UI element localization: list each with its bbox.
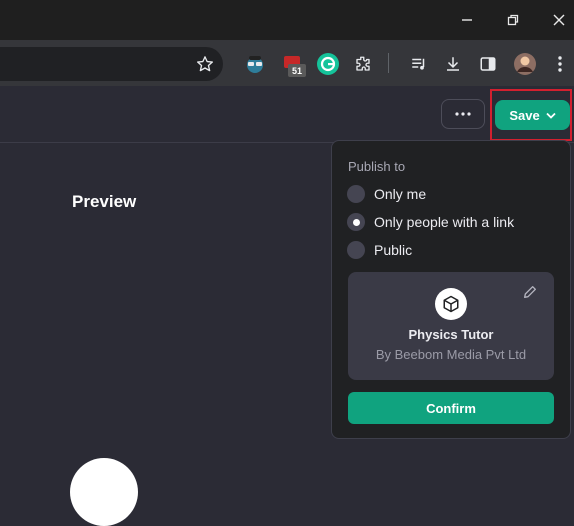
ellipsis-icon	[455, 112, 471, 116]
profile-avatar[interactable]	[511, 50, 539, 78]
restore-icon[interactable]	[490, 0, 536, 40]
more-options-button[interactable]	[441, 99, 485, 129]
close-icon[interactable]	[536, 0, 574, 40]
star-icon[interactable]	[191, 50, 219, 78]
download-icon[interactable]	[439, 50, 467, 78]
gpt-avatar	[70, 458, 138, 526]
publish-menu-heading: Publish to	[348, 159, 406, 174]
sidepanel-icon[interactable]	[474, 50, 502, 78]
app-header	[0, 86, 574, 143]
publish-option-link[interactable]: Only people with a link	[347, 211, 514, 233]
radio-icon[interactable]	[347, 241, 365, 259]
address-bar[interactable]	[0, 47, 223, 81]
kebab-menu-icon[interactable]	[546, 50, 574, 78]
option-label: Only people with a link	[374, 214, 515, 230]
grammarly-icon[interactable]	[314, 50, 342, 78]
extension-badge: 51	[288, 64, 306, 77]
gpt-author: By Beebom Media Pvt Ltd	[375, 347, 527, 362]
minimize-icon[interactable]	[444, 0, 490, 40]
cube-icon	[435, 288, 467, 320]
toolbar-separator	[388, 53, 389, 73]
radio-selected-icon[interactable]	[347, 213, 365, 231]
save-highlight-box	[490, 89, 572, 141]
puzzle-icon[interactable]	[349, 50, 377, 78]
pencil-icon[interactable]	[522, 284, 538, 300]
option-label: Public	[374, 242, 413, 258]
media-icon[interactable]	[405, 50, 433, 78]
publish-option-public[interactable]: Public	[347, 239, 412, 261]
option-label: Only me	[374, 186, 427, 202]
radio-icon[interactable]	[347, 185, 365, 203]
gpt-name: Physics Tutor	[408, 327, 494, 342]
spy-extension-icon[interactable]	[241, 50, 269, 78]
publish-option-only-me[interactable]: Only me	[347, 183, 426, 205]
preview-title: Preview	[72, 192, 137, 211]
confirm-button[interactable]: Confirm	[348, 392, 554, 424]
